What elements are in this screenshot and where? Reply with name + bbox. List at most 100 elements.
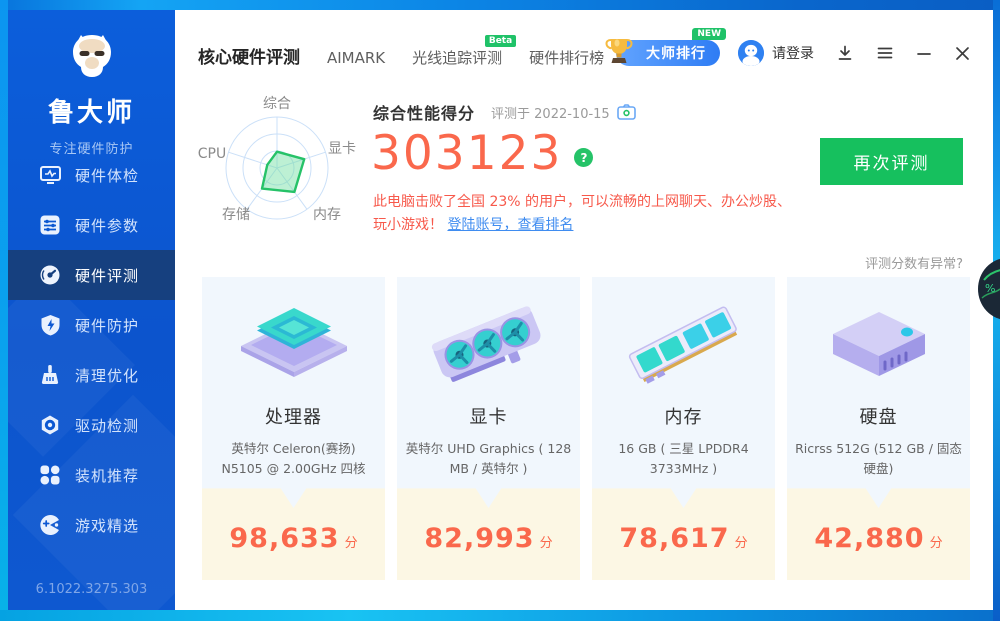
new-badge: NEW [692, 28, 726, 40]
nav-tabs: 核心硬件评测 AIMARK 光线追踪评测 Beta 硬件排行榜 [198, 35, 631, 68]
window-frame-bottom [0, 610, 1000, 621]
sidebar-item-label: 驱动检测 [75, 416, 140, 435]
sidebar-item-label: 清理优化 [75, 366, 140, 385]
sidebar-item-label: 硬件防护 [75, 316, 140, 335]
tab-aimark[interactable]: AIMARK [327, 49, 385, 67]
disk-card-title: 硬盘 [859, 407, 898, 428]
radar-label-gpu: 显卡 [328, 141, 356, 157]
window-frame-left [0, 0, 8, 621]
close-button[interactable] [954, 44, 971, 62]
pacman-icon [38, 513, 62, 537]
total-score-value: 303123 [371, 126, 563, 181]
ball-percent-label: % [985, 282, 996, 295]
ram-illustration [620, 293, 748, 395]
sidebar-item-cleanup[interactable]: 清理优化 [8, 350, 175, 400]
radar-label-storage: 存储 [222, 207, 250, 223]
download-icon[interactable] [836, 44, 854, 62]
main-content: 核心硬件评测 AIMARK 光线追踪评测 Beta 硬件排行榜 大师排行 NEW… [175, 10, 993, 610]
ram-card-subtitle: 16 GB ( 三星 LPDDR4 3733MHz ) [618, 441, 749, 476]
gpu-card-title: 显卡 [469, 407, 508, 428]
gpu-score: 82,993 [424, 523, 535, 554]
beta-badge: Beta [484, 35, 517, 47]
ram-score-row: 78,617 分 [592, 523, 775, 554]
app-version: 6.1022.3275.303 [35, 582, 148, 597]
cpu-card: 处理器 英特尔 Celeron(赛扬) N5105 @ 2.00GHz 四核 9… [202, 277, 385, 580]
score-header: 综合性能得分 评测于 2022-10-15 [373, 100, 636, 124]
disk-card-subtitle: Ricrss 512G (512 GB / 固态硬盘) [795, 441, 962, 476]
mascot-icon [66, 35, 118, 84]
sidebar-item-hardware-params[interactable]: 硬件参数 [8, 200, 175, 250]
top-right-cluster: 大师排行 NEW 请登录 [605, 28, 971, 66]
tab-raytracing-benchmark[interactable]: 光线追踪评测 Beta [412, 35, 517, 68]
sidebar: 鲁大师 专注硬件防护 硬件体检 硬件参数 硬件评测 硬件防护 清理优化 驱动检测… [8, 10, 175, 610]
master-ranking-label: 大师排行 [646, 46, 706, 62]
disk-card: 硬盘 Ricrss 512G (512 GB / 固态硬盘) 42,880 分 [787, 277, 970, 580]
disk-score-unit: 分 [929, 536, 943, 551]
score-title: 综合性能得分 [373, 104, 476, 123]
disk-card-top: 硬盘 Ricrss 512G (512 GB / 固态硬盘) [787, 277, 970, 508]
cpu-card-title: 处理器 [265, 407, 322, 428]
ram-card-top: 内存 16 GB ( 三星 LPDDR4 3733MHz ) [592, 277, 775, 508]
app-window: 鲁大师 专注硬件防护 硬件体检 硬件参数 硬件评测 硬件防护 清理优化 驱动检测… [0, 0, 1000, 621]
ram-score: 78,617 [619, 523, 730, 554]
monitor-pulse-icon [38, 163, 62, 187]
sidebar-item-label: 硬件体检 [75, 166, 140, 185]
tested-on-label: 评测于 2022-10-15 [491, 106, 610, 122]
ram-card: 内存 16 GB ( 三星 LPDDR4 3733MHz ) 78,617 分 [592, 277, 775, 580]
trophy-icon [604, 35, 634, 71]
disk-score: 42,880 [814, 523, 925, 554]
tab-label: 光线追踪评测 [412, 49, 503, 67]
radar-label-overall: 综合 [263, 96, 291, 112]
gpu-score-row: 82,993 分 [397, 523, 580, 554]
gpu-card: 显卡 英特尔 UHD Graphics ( 128 MB / 英特尔 ) 82,… [397, 277, 580, 580]
gpu-card-top: 显卡 英特尔 UHD Graphics ( 128 MB / 英特尔 ) [397, 277, 580, 508]
cpu-card-subtitle: 英特尔 Celeron(赛扬) N5105 @ 2.00GHz 四核 [221, 441, 366, 476]
app-title: 鲁大师 [47, 98, 135, 128]
sidebar-nav: 硬件体检 硬件参数 硬件评测 硬件防护 清理优化 驱动检测 装机推荐 游戏精选 [8, 150, 175, 550]
sidebar-item-hardware-check[interactable]: 硬件体检 [8, 150, 175, 200]
radar-label-memory: 内存 [313, 207, 341, 223]
score-description-line2: 玩小游戏！ [373, 217, 443, 233]
sliders-icon [38, 213, 62, 237]
broom-icon [38, 363, 62, 387]
sidebar-item-game-picks[interactable]: 游戏精选 [8, 500, 175, 550]
nut-icon [38, 413, 62, 437]
cpu-card-top: 处理器 英特尔 Celeron(赛扬) N5105 @ 2.00GHz 四核 [202, 277, 385, 508]
top-bar: 核心硬件评测 AIMARK 光线追踪评测 Beta 硬件排行榜 大师排行 NEW… [175, 10, 993, 72]
master-ranking-pill[interactable]: 大师排行 NEW [605, 28, 726, 66]
tab-core-hardware-benchmark[interactable]: 核心硬件评测 [198, 43, 300, 68]
score-anomaly-link[interactable]: 评测分数有异常? [865, 253, 963, 272]
cpu-illustration [233, 293, 355, 395]
score-description-line1: 此电脑击败了全国 23% 的用户，可以流畅的上网聊天、办公炒股、 [373, 194, 792, 210]
sidebar-item-build-recommend[interactable]: 装机推荐 [8, 450, 175, 500]
minimize-button[interactable] [916, 44, 932, 62]
total-score-row: 303123 ? [371, 126, 594, 181]
camera-screenshot-icon[interactable] [616, 104, 636, 120]
tab-hardware-ranking[interactable]: 硬件排行榜 [529, 47, 604, 68]
cpu-score: 98,633 [229, 523, 340, 554]
gpu-score-unit: 分 [539, 536, 553, 551]
four-petals-icon [38, 463, 62, 487]
radar-label-cpu: CPU [197, 146, 227, 162]
floating-performance-ball[interactable]: % [978, 258, 1000, 320]
sidebar-item-driver-check[interactable]: 驱动检测 [8, 400, 175, 450]
sidebar-item-label: 硬件评测 [75, 266, 140, 285]
performance-radar-chart: 综合 显卡 内存 存储 CPU [190, 90, 364, 240]
hardware-cards: 处理器 英特尔 Celeron(赛扬) N5105 @ 2.00GHz 四核 9… [202, 277, 970, 580]
disk-score-row: 42,880 分 [787, 523, 970, 554]
sidebar-item-hardware-benchmark[interactable]: 硬件评测 [8, 250, 175, 300]
sidebar-item-label: 游戏精选 [75, 516, 140, 535]
login-link[interactable]: 请登录 [772, 43, 814, 63]
menu-icon[interactable] [876, 44, 894, 62]
cpu-score-unit: 分 [344, 536, 358, 551]
score-help-icon[interactable]: ? [574, 148, 594, 167]
gpu-card-subtitle: 英特尔 UHD Graphics ( 128 MB / 英特尔 ) [405, 441, 572, 476]
ram-card-title: 内存 [664, 407, 703, 428]
retest-button[interactable]: 再次评测 [820, 138, 963, 185]
score-description: 此电脑击败了全国 23% 的用户，可以流畅的上网聊天、办公炒股、 玩小游戏！ 登… [373, 191, 833, 237]
window-frame-top [0, 0, 1000, 10]
login-rank-link[interactable]: 登陆账号，查看排名 [447, 217, 573, 233]
sidebar-item-hardware-protect[interactable]: 硬件防护 [8, 300, 175, 350]
avatar[interactable] [738, 40, 764, 66]
gpu-illustration [425, 293, 553, 395]
